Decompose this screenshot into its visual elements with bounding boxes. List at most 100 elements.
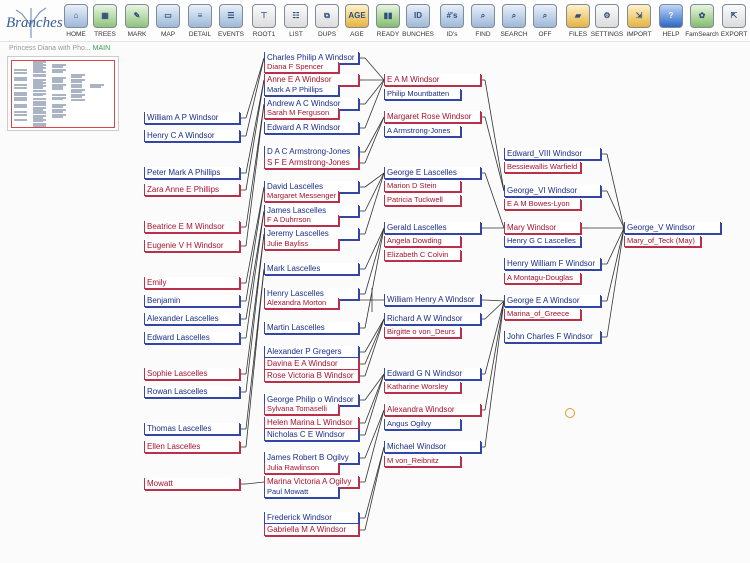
person-box[interactable]: Sophie Lascelles [144, 368, 240, 380]
connector-line [484, 300, 505, 375]
person-box[interactable]: Edward G N Windsor [384, 368, 481, 380]
person-box[interactable]: Marion D Stein [384, 181, 461, 192]
person-box[interactable]: Katharine Worsley [384, 382, 461, 393]
person-box[interactable]: A Montagu-Douglas [504, 273, 581, 284]
person-box[interactable]: George_VI Windsor [504, 185, 601, 197]
person-box[interactable]: Zara Anne E Phillips [144, 184, 240, 196]
person-box[interactable]: Philip Mountbatten [384, 89, 461, 100]
person-box[interactable]: Martin Lascelles [264, 322, 359, 334]
person-box[interactable]: Ellen Lascelles [144, 441, 240, 453]
connector-line [245, 210, 265, 339]
person-box[interactable]: Alexandra Morton [264, 298, 339, 309]
person-box[interactable]: Diana F Spencer [264, 62, 339, 73]
person-box[interactable]: Edward Lascelles [144, 332, 240, 344]
connector-line [364, 373, 385, 424]
person-box[interactable]: George E Lascelles [384, 167, 481, 179]
person-box[interactable]: Sylvana Tomaselli [264, 404, 339, 415]
person-box[interactable]: Rose Victoria B Windsor [264, 370, 359, 382]
person-box[interactable]: Birgitte o von_Deurs [384, 327, 461, 338]
person-box[interactable]: Paul Mowatt [264, 487, 339, 498]
connector-line [364, 172, 385, 212]
person-box[interactable]: M von_Reibnitz [384, 456, 461, 467]
connector-line [484, 116, 505, 192]
person-box[interactable]: Rowan Lascelles [144, 386, 240, 398]
connector-line [245, 186, 265, 284]
connector-line [606, 227, 625, 302]
connector-line [364, 227, 385, 270]
person-box[interactable]: Henry William F Windsor [504, 258, 601, 270]
connector-line [364, 79, 385, 129]
touch-cursor [565, 408, 575, 418]
person-box[interactable]: Sarah M Ferguson [264, 108, 339, 119]
person-box[interactable]: Helen Marina L Windsor [264, 417, 359, 429]
person-box[interactable]: Michael Windsor [384, 441, 481, 453]
connector-line [364, 409, 385, 483]
person-box[interactable]: George_V Windsor [624, 222, 721, 234]
person-box[interactable]: Mowatt [144, 478, 240, 490]
person-box[interactable]: William Henry A Windsor [384, 294, 481, 306]
person-box[interactable]: Mary_of_Teck (May) [624, 236, 701, 247]
connector-line [245, 57, 265, 119]
person-box[interactable]: John Charles F Windsor [504, 331, 601, 343]
person-box[interactable]: Henry C A Windsor [144, 130, 240, 142]
connector-line [606, 227, 625, 338]
person-box[interactable]: Mark Lascelles [264, 263, 359, 275]
person-box[interactable]: Frederick Windsor [264, 512, 359, 524]
person-box[interactable]: E A M Windsor [384, 74, 481, 86]
person-box[interactable]: Richard A W Windsor [384, 313, 481, 325]
connector-line [245, 186, 265, 302]
person-box[interactable]: E A M Bowes-Lyon [504, 199, 581, 210]
person-box[interactable]: Patricia Tuckwell [384, 195, 461, 206]
person-box[interactable]: Margaret Rose Windsor [384, 111, 481, 123]
person-box[interactable]: Henry G C Lascelles [504, 236, 581, 247]
person-box[interactable]: F A Duhrrson [264, 215, 339, 226]
person-box[interactable]: George E A Windsor [504, 295, 601, 307]
person-box[interactable]: Julie Bayliss [264, 239, 339, 250]
person-box[interactable]: Bessiewallis Warfield [504, 162, 581, 173]
connector-line [606, 190, 625, 229]
person-box[interactable]: Julia Rawlinson [264, 463, 339, 474]
connector-line [364, 373, 385, 436]
person-box[interactable]: Mark A P Phillips [264, 85, 339, 96]
connector-line [364, 446, 385, 531]
person-box[interactable]: Marina_of_Greece [504, 309, 581, 320]
connector-line [606, 153, 625, 229]
person-box[interactable]: Peter Mark A Phillips [144, 167, 240, 179]
person-box[interactable]: Elizabeth C Colvin [384, 250, 461, 261]
person-box[interactable]: A Armstrong-Jones [384, 126, 461, 137]
person-box[interactable]: Mary Windsor [504, 222, 581, 234]
connector-line [364, 373, 385, 401]
person-box[interactable]: Margaret Messenger [264, 191, 339, 202]
person-box[interactable]: Beatrice E M Windsor [144, 221, 240, 233]
connector-line [364, 318, 385, 365]
connector-line [484, 300, 505, 411]
person-box[interactable]: Alexandra Windsor [384, 404, 481, 416]
connector-line [364, 79, 385, 105]
person-box[interactable]: Edward_VIII Windsor [504, 148, 601, 160]
person-box[interactable]: Benjamin [144, 295, 240, 307]
person-box[interactable]: Thomas Lascelles [144, 423, 240, 435]
person-box[interactable]: Alexander Lascelles [144, 313, 240, 325]
connector-line [484, 299, 505, 302]
person-box[interactable]: Gabriella M A Windsor [264, 524, 359, 536]
connector-line [364, 446, 385, 519]
connector-line [245, 268, 265, 448]
person-box[interactable]: Gerald Lascelles [384, 222, 481, 234]
person-box[interactable]: William A P Windsor [144, 112, 240, 124]
connector-line [364, 57, 385, 81]
connector-line [484, 79, 505, 192]
person-box[interactable]: Davina E A Windsor [264, 358, 359, 370]
person-box[interactable]: Emily [144, 277, 240, 289]
person-box[interactable]: Nicholas C E Windsor [264, 429, 359, 441]
person-box[interactable]: Alexander P Gregers [264, 346, 359, 358]
connector-line [245, 233, 265, 393]
connector-line [245, 481, 265, 485]
person-box[interactable]: Angela Dowding [384, 236, 461, 247]
person-box[interactable]: S F E Armstrong-Jones [264, 157, 359, 169]
person-box[interactable]: Edward A R Windsor [264, 122, 359, 134]
connector-line [364, 116, 385, 164]
connector-line [364, 227, 385, 295]
person-box[interactable]: Eugenie V H Windsor [144, 240, 240, 252]
connector-line [484, 300, 505, 448]
person-box[interactable]: Angus Ogilvy [384, 419, 461, 430]
